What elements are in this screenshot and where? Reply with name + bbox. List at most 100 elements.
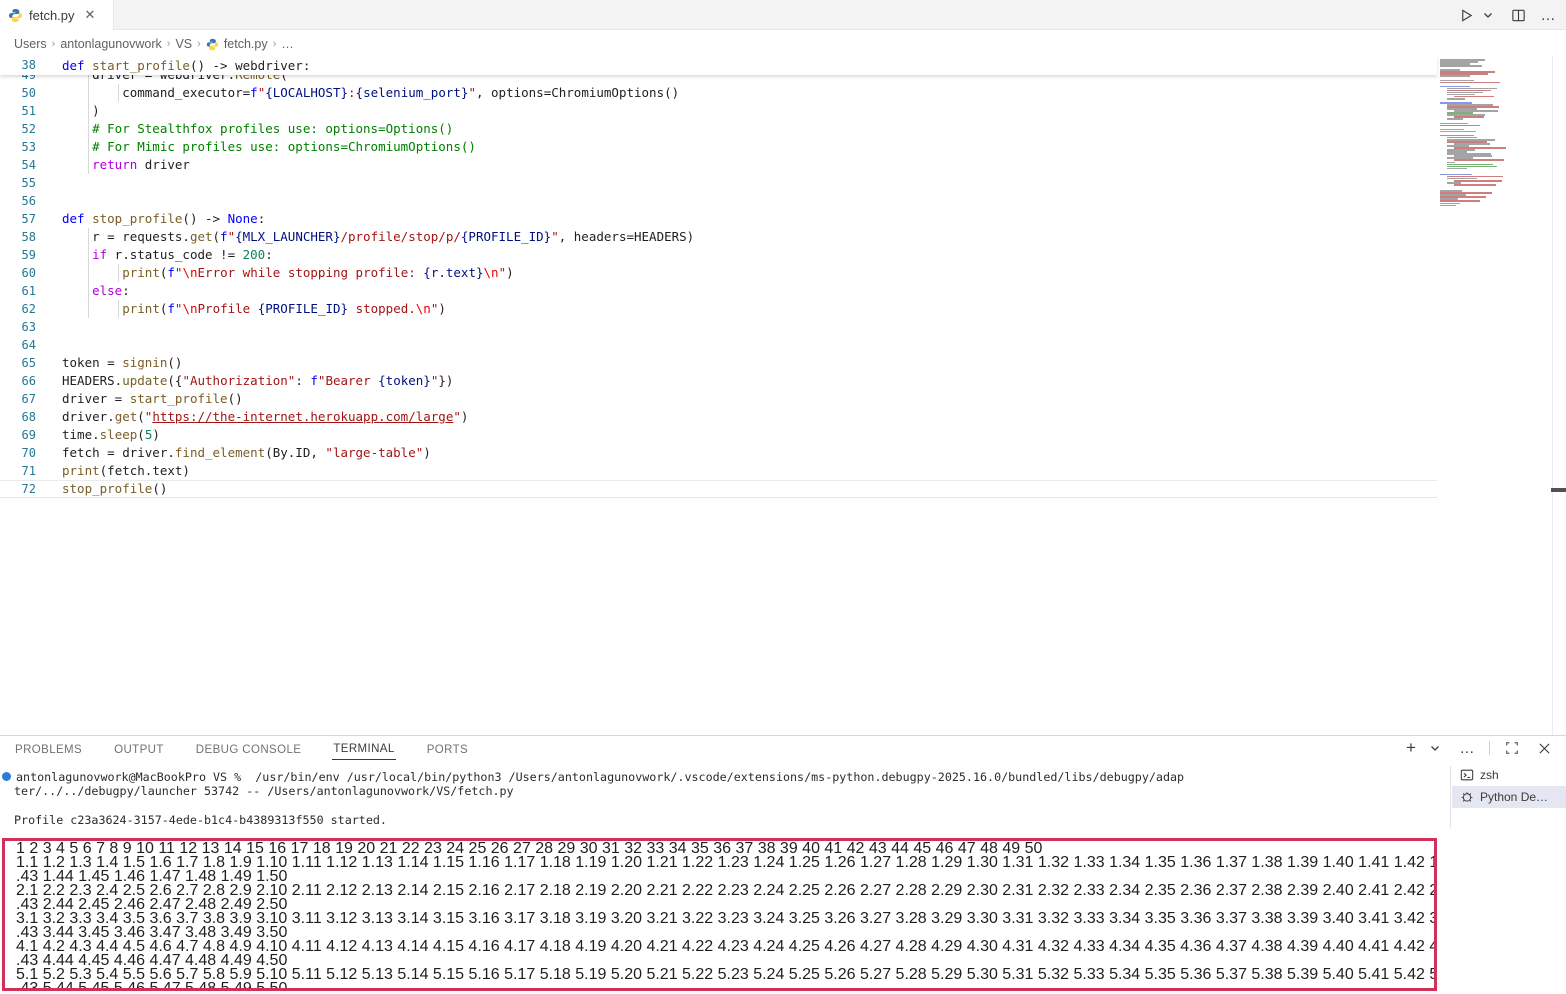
terminal-table-line: .43 3.44 3.45 3.46 3.47 3.48 3.49 3.50 [5,926,1434,940]
code-line[interactable]: 51 ) [0,102,1437,120]
code-line[interactable]: 52 # For Stealthfox profiles use: option… [0,120,1437,138]
editor-actions: … [1456,0,1558,30]
breadcrumb: Users›antonlagunovwork›VS›fetch.py›… [0,31,1566,56]
code-line[interactable]: 68 driver.get("https://the-internet.herok… [0,408,1437,426]
panel-more-actions-button[interactable]: … [1457,738,1477,758]
terminal-line [0,798,1440,812]
terminal-table-line: 2.1 2.2 2.3 2.4 2.5 2.6 2.7 2.8 2.9 2.10… [5,884,1434,898]
terminal-sidebar-separator [1450,766,1451,828]
line-number[interactable]: 66 [0,372,36,390]
breadcrumb-item[interactable]: Users [14,37,47,51]
code-line[interactable]: 63 [0,318,1437,336]
line-number[interactable]: 50 [0,84,36,102]
code-line[interactable]: 55 [0,174,1437,192]
line-number[interactable]: 69 [0,426,36,444]
line-number[interactable]: 65 [0,354,36,372]
code-line[interactable]: 58 r = requests.get(f"{MLX_LAUNCHER}/pro… [0,228,1437,246]
breadcrumb-item[interactable]: … [281,37,294,51]
new-terminal-button[interactable]: + [1401,738,1421,758]
line-number[interactable]: 53 [0,138,36,156]
code-editor[interactable]: 49 driver = webdriver.Remote(50 command_… [0,56,1566,735]
code-line[interactable]: 60 print(f"\nError while stopping profil… [0,264,1437,282]
code-line-text: print(f"\nError while stopping profile: … [62,264,514,282]
overview-ruler-separator [1552,56,1553,735]
tab-close-icon[interactable]: ✕ [85,7,96,23]
terminal-table-line: 5.1 5.2 5.3 5.4 5.5 5.6 5.7 5.8 5.9 5.10… [5,968,1434,982]
line-number[interactable]: 60 [0,264,36,282]
code-line[interactable]: 69time.sleep(5) [0,426,1437,444]
breadcrumb-separator: › [197,38,201,50]
code-line[interactable]: 71print(fetch.text) [0,462,1437,480]
run-python-file-button[interactable] [1456,5,1476,25]
breadcrumb-item[interactable]: fetch.py [224,37,268,51]
command-decoration-dot[interactable] [2,770,16,784]
code-line[interactable]: 62 print(f"\nProfile {PROFILE_ID} stoppe… [0,300,1437,318]
minimap-code-line [1454,159,1504,161]
code-line[interactable]: 65 token = signin() [0,354,1437,372]
line-number: 38 [0,56,36,75]
sticky-scroll-line[interactable]: 38def start_profile() -> webdriver: [0,56,1437,75]
panel-tab-debug-console[interactable]: DEBUG CONSOLE [195,740,303,760]
panel-tab-output[interactable]: OUTPUT [113,740,165,760]
line-number[interactable]: 67 [0,390,36,408]
breadcrumb-item[interactable]: VS [175,37,192,51]
code-line[interactable]: 67driver = start_profile() [0,390,1437,408]
minimap-code-line [1440,75,1470,77]
python-file-icon [8,8,23,23]
panel-tab-ports[interactable]: PORTS [426,740,469,760]
run-dropdown-chevron-icon[interactable] [1478,5,1498,25]
tab-fetch-py[interactable]: fetch.py ✕ [0,0,114,30]
code-line[interactable]: 53 # For Mimic profiles use: options=Chr… [0,138,1437,156]
minimap-code-line [1447,168,1467,170]
line-number[interactable]: 61 [0,282,36,300]
code-line[interactable]: 54 return driver [0,156,1437,174]
code-line[interactable]: 70fetch = driver.find_element(By.ID, "la… [0,444,1437,462]
line-number[interactable]: 59 [0,246,36,264]
minimap[interactable] [1437,56,1566,735]
overview-ruler-cursor-mark [1551,488,1566,492]
line-number[interactable]: 56 [0,192,36,210]
terminal-dropdown-chevron-icon[interactable] [1425,738,1445,758]
terminal-tab-zsh[interactable]: zsh [1452,764,1566,786]
code-line[interactable]: 66HEADERS.update({"Authorization": f"Bea… [0,372,1437,390]
code-line[interactable]: 64 [0,336,1437,354]
line-number[interactable]: 52 [0,120,36,138]
editor-tab-bar: fetch.py ✕ … [0,0,1566,30]
code-line-text: driver.get("https://the-internet.herokua… [62,408,468,426]
terminal-icon [1460,768,1474,782]
line-number[interactable]: 71 [0,462,36,480]
terminal-line: Profile c23a3624-3157-4ede-b1c4-b4389313… [0,813,1440,827]
split-editor-button[interactable] [1508,5,1528,25]
terminal-table-line: .43 4.44 4.45 4.46 4.47 4.48 4.49 4.50 [5,954,1434,968]
line-number[interactable]: 57 [0,210,36,228]
terminal-tab-pythonde[interactable]: Python De… [1452,786,1566,808]
code-line-text: # For Mimic profiles use: options=Chromi… [62,138,476,156]
breadcrumb-item[interactable]: antonlagunovwork [60,37,161,51]
minimap-code-line [1454,184,1496,186]
code-line[interactable]: 57def stop_profile() -> None: [0,210,1437,228]
code-line-text: print(f"\nProfile {PROFILE_ID} stopped.\… [62,300,446,318]
line-number[interactable]: 64 [0,336,36,354]
line-number[interactable]: 62 [0,300,36,318]
panel-tab-problems[interactable]: PROBLEMS [14,740,83,760]
code-line[interactable]: 50 command_executor=f"{LOCALHOST}:{selen… [0,84,1437,102]
panel-actions: + … [1401,738,1554,758]
code-line-text: token = signin() [62,354,182,372]
code-line[interactable]: 61 else: [0,282,1437,300]
code-line[interactable]: 56 [0,192,1437,210]
line-number[interactable]: 70 [0,444,36,462]
minimap-code-line [1454,180,1502,182]
line-number[interactable]: 63 [0,318,36,336]
line-number[interactable]: 55 [0,174,36,192]
terminal-table-line: 3.1 3.2 3.3 3.4 3.5 3.6 3.7 3.8 3.9 3.10… [5,912,1434,926]
close-panel-button[interactable] [1534,738,1554,758]
code-line[interactable]: 59 if r.status_code != 200: [0,246,1437,264]
line-number[interactable]: 58 [0,228,36,246]
line-number[interactable]: 54 [0,156,36,174]
more-actions-button[interactable]: … [1538,5,1558,25]
line-number[interactable]: 51 [0,102,36,120]
terminal-line: antonlagunovwork@MacBookPro VS % /usr/bi… [0,770,1440,784]
maximize-panel-button[interactable] [1502,738,1522,758]
line-number[interactable]: 68 [0,408,36,426]
panel-tab-terminal[interactable]: TERMINAL [332,739,395,760]
